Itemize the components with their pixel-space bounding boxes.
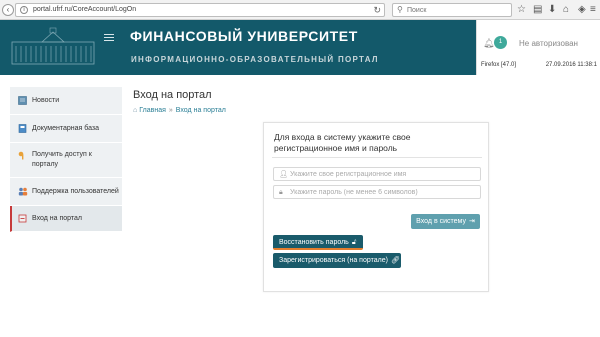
sign-in-icon: ⇥ xyxy=(468,218,475,225)
address-bar[interactable]: i portal.ufrf.ru/CoreAccount/LogOn ↻ xyxy=(15,3,385,17)
login-icon xyxy=(18,214,27,223)
back-icon[interactable]: ‹ xyxy=(2,4,14,16)
sidebar-item-support[interactable]: Поддержка пользователей xyxy=(10,178,122,206)
info-icon[interactable]: i xyxy=(20,6,28,14)
news-icon xyxy=(18,96,27,105)
breadcrumb-home[interactable]: Главная xyxy=(139,107,166,114)
menu-toggle-icon[interactable] xyxy=(104,34,114,42)
client-info: Firefox [47.0] 27.09.2016 11:38:1 xyxy=(477,60,600,72)
username-field[interactable]: 👤︎ xyxy=(273,167,481,181)
menu-icon[interactable]: ≡ xyxy=(590,4,596,15)
login-heading: Для входа в систему укажите свое регистр… xyxy=(274,132,411,153)
home-icon[interactable]: ⌂ xyxy=(563,4,569,15)
sidebar-item-label: Новости xyxy=(32,97,60,104)
users-icon xyxy=(18,187,28,196)
restore-button-label: Восстановить пароль xyxy=(279,239,349,246)
server-datetime: 27.09.2016 11:38:1 xyxy=(545,62,597,68)
register-button-label: Зарегистрироваться (на портале) xyxy=(279,257,388,264)
sidebar-item-docs[interactable]: Документарная база xyxy=(10,115,122,143)
star-icon[interactable]: ☆ xyxy=(517,4,526,15)
breadcrumb-separator: » xyxy=(168,107,173,114)
university-logo[interactable] xyxy=(8,26,98,68)
reload-icon[interactable]: ↻ xyxy=(373,5,381,16)
password-field[interactable]: 🔒︎ xyxy=(273,185,481,199)
breadcrumb: ⌂ Главная» Вход на портал xyxy=(133,107,226,114)
login-button-label: Вход в систему xyxy=(416,218,466,225)
login-button[interactable]: Вход в систему ⇥ xyxy=(411,214,480,229)
sidebar-item-label: Поддержка пользователей xyxy=(32,188,119,195)
sidebar-item-label: Документарная база xyxy=(32,125,100,132)
search-icon: ⚲ xyxy=(397,5,403,14)
site-subtitle: ИНФОРМАЦИОННО-ОБРАЗОВАТЕЛЬНЫЙ ПОРТАЛ xyxy=(131,55,379,64)
site-title: ФИНАНСОВЫЙ УНИВЕРСИТЕТ xyxy=(130,28,358,44)
page-title: Вход на портал xyxy=(133,89,212,101)
sidebar-item-label: Вход на портал xyxy=(32,215,83,222)
user-icon: 👤︎ xyxy=(279,171,288,178)
key-icon xyxy=(18,151,27,160)
sidebar-item-access[interactable]: Получить доступ к порталу xyxy=(10,143,122,178)
auth-status: Не авторизован xyxy=(519,39,578,48)
docs-icon xyxy=(18,124,27,133)
restore-password-button[interactable]: Восстановить пароль 🔓︎ xyxy=(273,235,363,250)
browser-search-input[interactable] xyxy=(407,5,507,16)
breadcrumb-current[interactable]: Вход на портал xyxy=(176,107,226,114)
sidebar-item-news[interactable]: Новости xyxy=(10,87,122,115)
browser-version: Firefox [47.0] xyxy=(481,62,517,68)
shield-icon[interactable]: ◈ xyxy=(578,4,586,15)
bell-icon[interactable]: 🔔︎ xyxy=(483,38,494,49)
lock-icon: 🔒︎ xyxy=(279,189,283,196)
username-input[interactable] xyxy=(290,169,478,180)
register-button[interactable]: Зарегистрироваться (на портале) 🔗︎ xyxy=(273,253,401,268)
home-icon: ⌂ xyxy=(133,107,138,114)
link-icon: 🔗︎ xyxy=(390,257,400,264)
notification-badge[interactable]: 1 xyxy=(494,36,507,49)
sidebar: Новости Документарная база Получить дост… xyxy=(10,87,122,232)
login-panel: Для входа в систему укажите свое регистр… xyxy=(263,122,489,292)
sidebar-item-label: Получить доступ к порталу xyxy=(32,151,92,168)
unlock-icon: 🔓︎ xyxy=(351,239,357,246)
password-input[interactable] xyxy=(290,187,478,198)
divider xyxy=(272,157,482,158)
download-icon[interactable]: ⬇ xyxy=(548,4,556,15)
user-panel: 🔔︎ 1 Не авторизован Firefox [47.0] 27.09… xyxy=(476,20,600,75)
url-text: portal.ufrf.ru/CoreAccount/LogOn xyxy=(33,6,137,13)
library-icon[interactable]: ▤ xyxy=(533,4,542,15)
sidebar-item-login[interactable]: Вход на портал xyxy=(10,206,122,232)
browser-search[interactable]: ⚲ xyxy=(392,3,512,17)
browser-toolbar: ‹ i portal.ufrf.ru/CoreAccount/LogOn ↻ ⚲… xyxy=(0,0,600,20)
